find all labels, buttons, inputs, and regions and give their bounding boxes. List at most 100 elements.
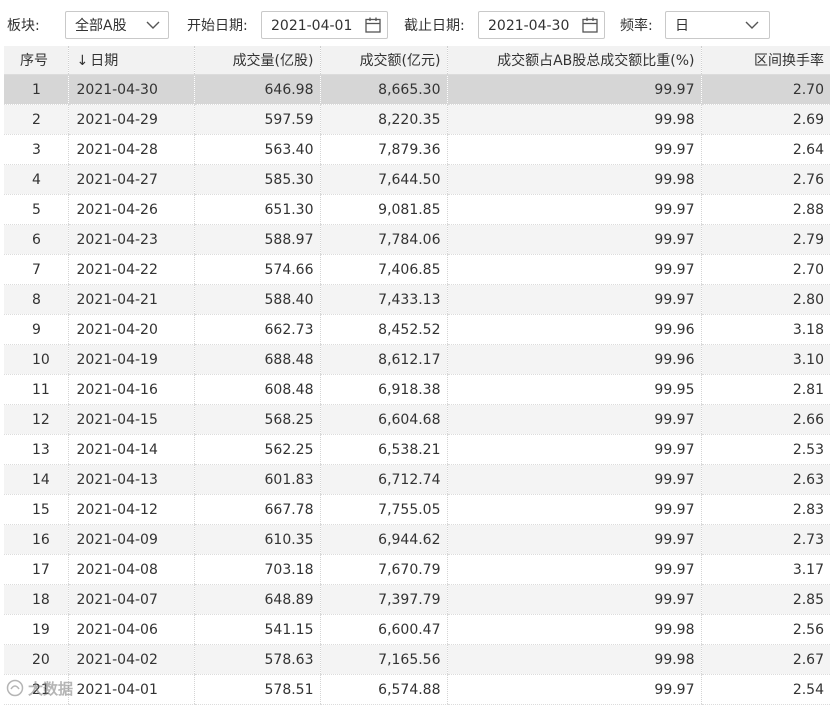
table-row[interactable]: 8 2021-04-21 588.40 7,433.13 99.97 2.80 (4, 284, 830, 315)
cell-index: 16 (4, 524, 68, 555)
column-header-turnover[interactable]: 成交额(亿元) (319, 46, 447, 75)
end-date-input[interactable]: 2021-04-30 (478, 11, 605, 39)
cell-turnover: 7,397.79 (319, 584, 447, 615)
frequency-select[interactable]: 日 (665, 11, 770, 39)
cell-index: 20 (4, 644, 68, 675)
cell-volume: 610.35 (193, 524, 320, 555)
cell-turnover-rate: 2.79 (700, 224, 830, 255)
table-row[interactable]: 11 2021-04-16 608.48 6,918.38 99.95 2.81 (4, 374, 830, 405)
cell-turnover-rate: 2.64 (700, 134, 830, 165)
cell-turnover: 7,879.36 (319, 134, 447, 165)
cell-turnover-share: 99.97 (446, 224, 701, 255)
cell-index: 13 (4, 434, 68, 465)
cell-turnover-share: 99.97 (446, 284, 701, 315)
table-row[interactable]: 7 2021-04-22 574.66 7,406.85 99.97 2.70 (4, 254, 830, 285)
cell-turnover-share: 99.97 (446, 74, 701, 105)
cell-turnover-share: 99.96 (446, 314, 701, 345)
cell-volume: 662.73 (193, 314, 320, 345)
start-date-input[interactable]: 2021-04-01 (261, 11, 388, 39)
table-row[interactable]: 3 2021-04-28 563.40 7,879.36 99.97 2.64 (4, 134, 830, 165)
table-row[interactable]: 9 2021-04-20 662.73 8,452.52 99.96 3.18 (4, 314, 830, 345)
table-row[interactable]: 16 2021-04-09 610.35 6,944.62 99.97 2.73 (4, 524, 830, 555)
cell-turnover-rate: 2.63 (700, 464, 830, 495)
cell-volume: 651.30 (193, 194, 320, 225)
cell-volume: 588.97 (193, 224, 320, 255)
cell-turnover-rate: 2.76 (700, 164, 830, 195)
cell-turnover: 9,081.85 (319, 194, 447, 225)
cell-date: 2021-04-30 (67, 74, 194, 105)
table-row[interactable]: 19 2021-04-06 541.15 6,600.47 99.98 2.56 (4, 614, 830, 645)
table-row[interactable]: 15 2021-04-12 667.78 7,755.05 99.97 2.83 (4, 494, 830, 525)
column-header-volume[interactable]: 成交量(亿股) (193, 46, 320, 75)
calendar-icon[interactable] (581, 16, 599, 34)
cell-date: 2021-04-22 (67, 254, 194, 285)
cell-turnover-rate: 2.70 (700, 74, 830, 105)
cell-turnover: 7,644.50 (319, 164, 447, 195)
table-row[interactable]: 1 2021-04-30 646.98 8,665.30 99.97 2.70 (4, 74, 830, 105)
cell-index: 2 (4, 104, 68, 135)
table-row[interactable]: 21 2021-04-01 578.51 6,574.88 99.97 2.54 (4, 674, 830, 705)
cell-date: 2021-04-16 (67, 374, 194, 405)
cell-date: 2021-04-23 (67, 224, 194, 255)
cell-turnover: 7,670.79 (319, 554, 447, 585)
cell-index: 9 (4, 314, 68, 345)
cell-turnover-share: 99.97 (446, 494, 701, 525)
cell-volume: 568.25 (193, 404, 320, 435)
calendar-icon[interactable] (364, 16, 382, 34)
cell-index: 8 (4, 284, 68, 315)
cell-index: 17 (4, 554, 68, 585)
sector-select[interactable]: 全部A股 (65, 11, 169, 39)
cell-turnover-rate: 2.80 (700, 284, 830, 315)
table-row[interactable]: 13 2021-04-14 562.25 6,538.21 99.97 2.53 (4, 434, 830, 465)
table-header-row: 序号 ↓ 日期 成交量(亿股) 成交额(亿元) 成交额占AB股总成交额比重(%) … (4, 46, 830, 75)
cell-turnover: 6,918.38 (319, 374, 447, 405)
table-row[interactable]: 10 2021-04-19 688.48 8,612.17 99.96 3.10 (4, 344, 830, 375)
cell-turnover: 7,755.05 (319, 494, 447, 525)
cell-date: 2021-04-26 (67, 194, 194, 225)
cell-turnover-share: 99.97 (446, 554, 701, 585)
cell-turnover-share: 99.95 (446, 374, 701, 405)
cell-volume: 608.48 (193, 374, 320, 405)
table-row[interactable]: 18 2021-04-07 648.89 7,397.79 99.97 2.85 (4, 584, 830, 615)
table-row[interactable]: 17 2021-04-08 703.18 7,670.79 99.97 3.17 (4, 554, 830, 585)
cell-index: 4 (4, 164, 68, 195)
cell-date: 2021-04-01 (67, 674, 194, 705)
table-row[interactable]: 20 2021-04-02 578.63 7,165.56 99.98 2.67 (4, 644, 830, 675)
cell-volume: 648.89 (193, 584, 320, 615)
column-header-turnover-rate[interactable]: 区间换手率 (700, 46, 830, 75)
cell-turnover-share: 99.98 (446, 614, 701, 645)
cell-turnover-rate: 2.85 (700, 584, 830, 615)
frequency-select-value: 日 (675, 18, 689, 34)
cell-date: 2021-04-21 (67, 284, 194, 315)
cell-turnover-share: 99.97 (446, 404, 701, 435)
column-header-date[interactable]: ↓ 日期 (67, 46, 194, 75)
cell-date: 2021-04-19 (67, 344, 194, 375)
table-row[interactable]: 2 2021-04-29 597.59 8,220.35 99.98 2.69 (4, 104, 830, 135)
cell-index: 6 (4, 224, 68, 255)
table-row[interactable]: 12 2021-04-15 568.25 6,604.68 99.97 2.66 (4, 404, 830, 435)
end-date-label: 截止日期: (404, 18, 465, 34)
cell-turnover-rate: 2.69 (700, 104, 830, 135)
table-row[interactable]: 6 2021-04-23 588.97 7,784.06 99.97 2.79 (4, 224, 830, 255)
column-header-turnover-share[interactable]: 成交额占AB股总成交额比重(%) (446, 46, 701, 75)
cell-turnover-share: 99.98 (446, 164, 701, 195)
cell-turnover: 7,165.56 (319, 644, 447, 675)
cell-volume: 667.78 (193, 494, 320, 525)
cell-index: 18 (4, 584, 68, 615)
cell-volume: 562.25 (193, 434, 320, 465)
chevron-down-icon (146, 21, 160, 29)
cell-turnover-share: 99.96 (446, 344, 701, 375)
cell-turnover: 8,665.30 (319, 74, 447, 105)
table-row[interactable]: 4 2021-04-27 585.30 7,644.50 99.98 2.76 (4, 164, 830, 195)
cell-turnover-rate: 3.10 (700, 344, 830, 375)
cell-volume: 646.98 (193, 74, 320, 105)
cell-volume: 688.48 (193, 344, 320, 375)
cell-date: 2021-04-29 (67, 104, 194, 135)
table-row[interactable]: 5 2021-04-26 651.30 9,081.85 99.97 2.88 (4, 194, 830, 225)
cell-turnover-share: 99.98 (446, 644, 701, 675)
trading-stats-table: 序号 ↓ 日期 成交量(亿股) 成交额(亿元) 成交额占AB股总成交额比重(%) … (4, 46, 830, 705)
table-row[interactable]: 14 2021-04-13 601.83 6,712.74 99.97 2.63 (4, 464, 830, 495)
cell-turnover-share: 99.97 (446, 464, 701, 495)
column-header-index[interactable]: 序号 (4, 46, 68, 75)
sector-select-value: 全部A股 (75, 18, 127, 34)
